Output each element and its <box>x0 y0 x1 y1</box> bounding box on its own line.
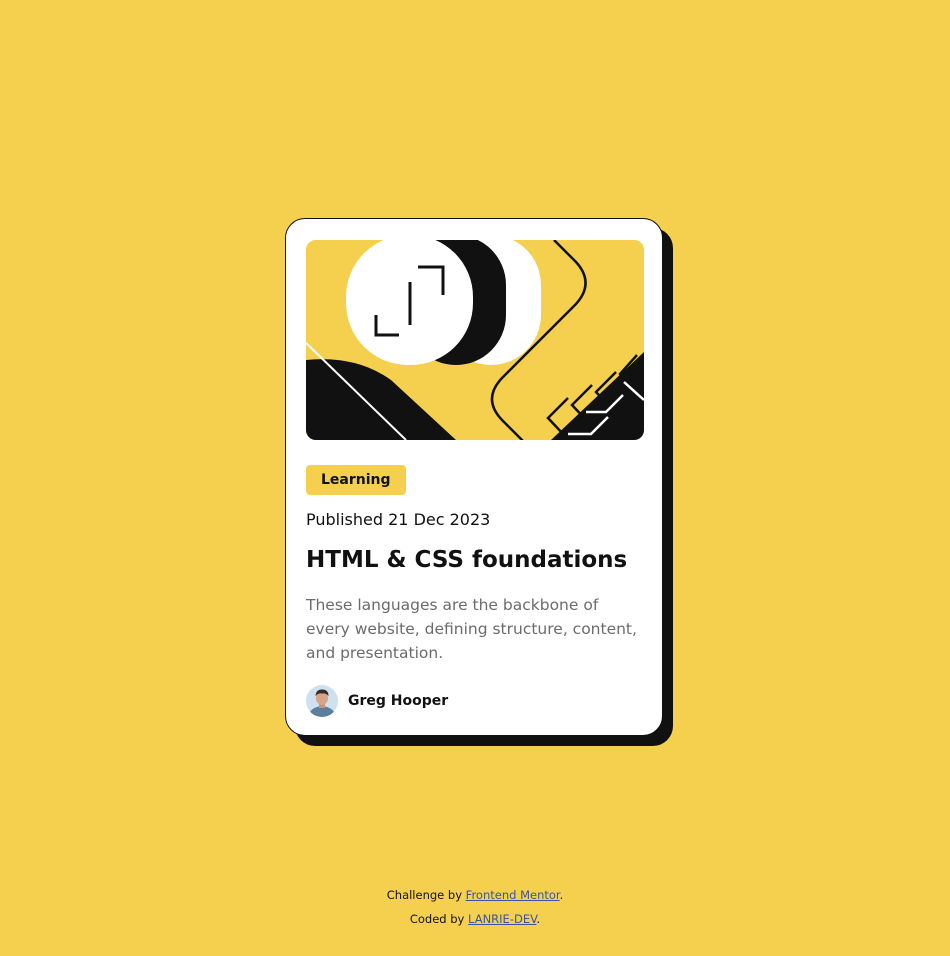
category-tag: Learning <box>306 465 406 495</box>
attribution-coder-suffix: . <box>536 912 541 926</box>
blog-preview-card: Learning Published 21 Dec 2023 HTML & CS… <box>285 218 663 736</box>
frontend-mentor-link[interactable]: Frontend Mentor <box>466 888 560 902</box>
author-info: Greg Hooper <box>306 685 448 717</box>
page-background: Learning Published 21 Dec 2023 HTML & CS… <box>0 0 950 956</box>
attribution-challenge-suffix: . <box>559 888 564 902</box>
card-description: These languages are the backbone of ever… <box>306 596 637 662</box>
author-name: Greg Hooper <box>348 693 449 709</box>
card-title[interactable]: HTML & CSS foundations <box>306 547 627 573</box>
avatar-photo-icon <box>306 685 338 717</box>
attribution-challenge-prefix: Challenge by <box>386 888 466 902</box>
coder-link[interactable]: LANRIE-DEV <box>468 912 536 926</box>
attribution-challenge: Challenge by Frontend Mentor. <box>0 888 950 902</box>
avatar <box>306 685 338 717</box>
attribution-coder: Coded by LANRIE-DEV. <box>0 912 950 926</box>
published-date: Published 21 Dec 2023 <box>306 510 491 529</box>
card-illustration <box>306 240 644 440</box>
attribution-coder-prefix: Coded by <box>409 912 469 926</box>
